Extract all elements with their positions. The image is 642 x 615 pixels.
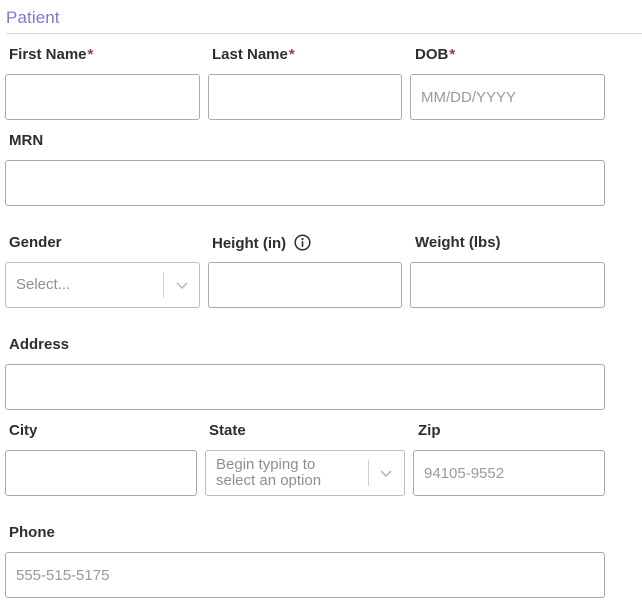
phone-input[interactable] — [5, 552, 605, 598]
address-label: Address — [9, 336, 70, 353]
required-asterisk: * — [288, 46, 295, 63]
gender-label: Gender — [9, 234, 62, 251]
height-label: Height (in) — [212, 234, 311, 252]
required-asterisk: * — [87, 46, 94, 63]
dob-label: DOB* — [415, 46, 455, 63]
first-name-input[interactable] — [5, 74, 200, 120]
last-name-label: Last Name* — [212, 46, 295, 63]
zip-label: Zip — [418, 422, 441, 439]
chevron-down-icon[interactable] — [379, 466, 393, 480]
phone-label: Phone — [9, 524, 55, 541]
first-name-label-text: First Name — [9, 46, 87, 63]
info-icon[interactable] — [294, 234, 311, 251]
required-asterisk: * — [449, 46, 456, 63]
chevron-down-icon[interactable] — [175, 278, 189, 292]
address-input[interactable] — [5, 364, 605, 410]
section-divider — [6, 33, 642, 34]
select-separator — [368, 460, 369, 486]
city-input[interactable] — [5, 450, 197, 496]
first-name-label: First Name* — [9, 46, 93, 63]
dob-label-text: DOB — [415, 46, 449, 63]
zip-input[interactable] — [413, 450, 605, 496]
last-name-label-text: Last Name — [212, 46, 288, 63]
dob-input[interactable] — [410, 74, 605, 120]
gender-select[interactable]: Select... — [5, 262, 200, 308]
section-title: Patient — [6, 8, 60, 27]
mrn-label: MRN — [9, 132, 44, 149]
state-label: State — [209, 422, 246, 439]
weight-label: Weight (lbs) — [415, 234, 501, 251]
last-name-input[interactable] — [208, 74, 402, 120]
city-label: City — [9, 422, 38, 439]
gender-select-placeholder: Select... — [16, 276, 71, 293]
state-select[interactable]: Begin typing to select an option — [205, 450, 405, 496]
mrn-input[interactable] — [5, 160, 605, 206]
weight-input[interactable] — [410, 262, 605, 308]
height-input[interactable] — [208, 262, 402, 308]
height-label-text: Height (in) — [212, 235, 287, 252]
state-select-placeholder: Begin typing to select an option — [216, 456, 322, 489]
select-separator — [163, 272, 164, 298]
